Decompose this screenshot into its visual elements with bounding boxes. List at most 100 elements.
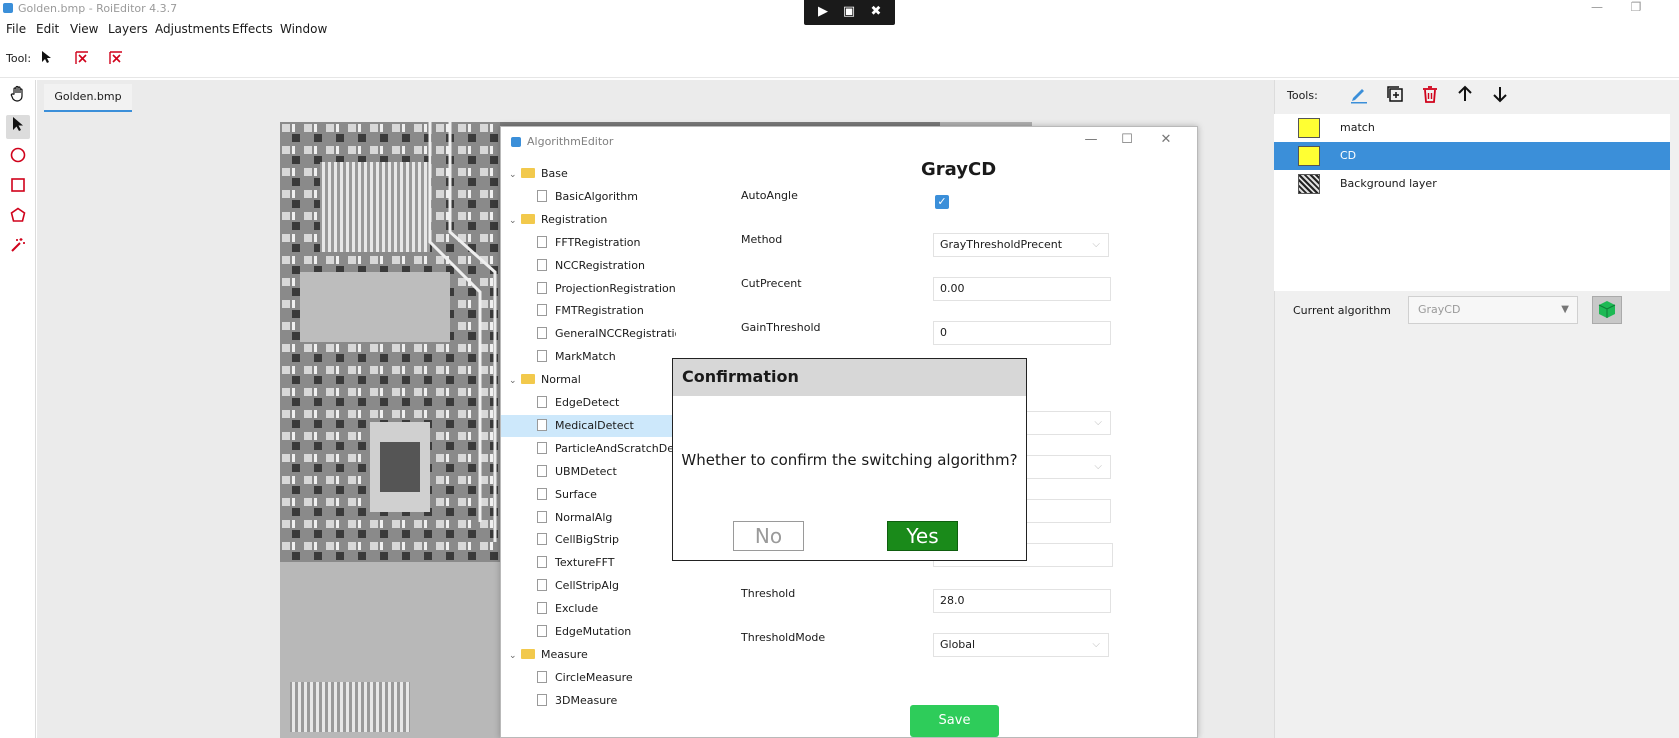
file-icon [537, 258, 547, 271]
tree-item[interactable]: EdgeMutation [501, 621, 676, 643]
tool-row: Tool: [0, 40, 1679, 78]
tree-folder[interactable]: ⌄ Base [501, 163, 676, 185]
current-algorithm-label: Current algorithm [1293, 304, 1391, 317]
tree-item[interactable]: ParticleAndScratchDete [501, 438, 676, 460]
tree-item-label: 3DMeasure [555, 693, 618, 707]
autoangle-checkbox[interactable]: ✓ [935, 195, 949, 209]
tree-item[interactable]: ProjectionRegistration [501, 278, 676, 300]
hand-icon[interactable] [6, 85, 30, 109]
chevron-down-icon[interactable]: ⌄ [509, 645, 521, 667]
move-up-icon[interactable] [1455, 84, 1475, 107]
no-button[interactable]: No [733, 521, 804, 551]
tree-item[interactable]: CellStripAlg [501, 575, 676, 597]
menu-window[interactable]: Window [280, 22, 327, 36]
tree-folder-label: Measure [541, 647, 588, 661]
maximize-button[interactable]: ☐ [1112, 129, 1142, 151]
select-arrow-icon[interactable] [6, 115, 30, 139]
move-down-icon[interactable] [1490, 84, 1510, 107]
minimize-button[interactable]: — [1582, 0, 1612, 17]
tree-item[interactable]: CircleMeasure [501, 667, 676, 689]
delete-layer-icon[interactable] [1420, 84, 1440, 107]
chevron-down-icon[interactable]: ⌄ [509, 164, 521, 186]
tree-folder-label: Registration [541, 212, 608, 226]
tree-item[interactable]: EdgeDetect [501, 392, 676, 414]
tree-item[interactable]: GeneralNCCRegistration [501, 323, 676, 345]
tools-label: Tools: [1287, 89, 1318, 102]
toolbox [0, 80, 36, 738]
menu-edit[interactable]: Edit [36, 22, 59, 36]
thresholdmode-select[interactable]: Global ⌵ [933, 633, 1109, 657]
minimize-button[interactable]: — [1076, 129, 1106, 151]
magic-wand-icon[interactable] [6, 236, 30, 260]
threshold-label: Threshold [741, 587, 796, 600]
tree-item[interactable]: BasicAlgorithm [501, 186, 676, 208]
file-icon [537, 487, 547, 500]
file-icon [537, 464, 547, 477]
pointer-tool-icon[interactable] [38, 50, 56, 68]
chevron-down-icon[interactable]: ⌄ [509, 370, 521, 392]
file-icon [537, 579, 547, 592]
layer-color-swatch [1298, 118, 1320, 138]
tree-item[interactable]: MedicalDetect [501, 414, 676, 437]
close-icon[interactable]: ✖ [868, 4, 884, 20]
add-layer-icon[interactable] [1385, 84, 1405, 107]
tree-item[interactable]: MarkMatch [501, 346, 676, 368]
screen-icon[interactable]: ▣ [841, 4, 857, 20]
tree-item[interactable]: TextureFFT [501, 552, 676, 574]
tree-item[interactable]: NCCRegistration [501, 255, 676, 277]
threshold-input[interactable]: 28.0 [933, 589, 1111, 613]
clear-roi-icon[interactable] [107, 50, 125, 68]
edit-layer-icon[interactable] [1349, 84, 1369, 107]
layer-thumbnail [1298, 174, 1320, 194]
dialog-message: Whether to confirm the switching algorit… [681, 451, 1018, 469]
menu-file[interactable]: File [6, 22, 26, 36]
gainthreshold-input[interactable]: 0 [933, 321, 1111, 345]
save-button[interactable]: Save [910, 705, 999, 737]
tree-item[interactable]: Surface [501, 484, 676, 506]
menu-effects[interactable]: Effects [232, 22, 273, 36]
tree-item[interactable]: NormalAlg [501, 507, 676, 529]
tree-item-label: CellStripAlg [555, 579, 619, 593]
chevron-down-icon[interactable]: ⌄ [509, 210, 521, 232]
tree-folder[interactable]: ⌄ Measure [501, 644, 676, 666]
tree-folder[interactable]: ⌄ Normal [501, 369, 676, 391]
tree-item-label: EdgeDetect [555, 396, 620, 409]
polygon-tool-icon[interactable] [6, 206, 30, 230]
layer-list: match CD Background layer [1274, 114, 1670, 291]
play-icon[interactable]: ▶ [815, 4, 831, 20]
menu-adjustments[interactable]: Adjustments [155, 22, 230, 36]
file-icon [537, 556, 547, 569]
restore-button[interactable]: ❐ [1621, 0, 1651, 17]
close-button[interactable]: ✕ [1151, 129, 1181, 151]
menu-view[interactable]: View [70, 22, 98, 36]
tree-item[interactable]: CellBigStrip [501, 529, 676, 551]
tree-item-label: EdgeMutation [555, 625, 632, 638]
cutprecent-input[interactable]: 0.00 [933, 277, 1111, 301]
tree-item[interactable]: 3DMeasure [501, 690, 676, 712]
tree-item[interactable]: Exclude [501, 598, 676, 620]
yes-button[interactable]: Yes [887, 521, 958, 551]
rectangle-tool-icon[interactable] [6, 176, 30, 200]
delete-roi-icon[interactable] [73, 50, 91, 68]
cutprecent-label: CutPrecent [741, 277, 802, 290]
tree-folder[interactable]: ⌄ Registration [501, 209, 676, 231]
tree-item-label: NormalAlg [555, 510, 613, 524]
tree-item-label: Exclude [555, 602, 599, 616]
layer-name: match [1340, 121, 1375, 134]
circle-tool-icon[interactable] [6, 146, 30, 170]
menu-layers[interactable]: Layers [108, 22, 148, 36]
tree-item-label: ProjectionRegistration [555, 281, 676, 295]
layer-row[interactable]: match [1274, 114, 1670, 142]
tree-item[interactable]: FMTRegistration [501, 300, 676, 322]
tool-label: Tool: [6, 52, 32, 65]
current-algorithm-select[interactable]: GrayCD ▼ [1408, 296, 1578, 324]
layer-row[interactable]: CD [1274, 142, 1670, 170]
tree-item-label: UBMDetect [555, 464, 617, 478]
method-select[interactable]: GrayThresholdPrecent ⌵ [933, 233, 1109, 257]
apply-algorithm-button[interactable] [1592, 296, 1622, 324]
file-icon [537, 396, 547, 408]
document-tab[interactable]: Golden.bmp [44, 84, 132, 112]
tree-item[interactable]: UBMDetect [501, 461, 676, 483]
tree-item[interactable]: FFTRegistration [501, 232, 676, 254]
layer-row[interactable]: Background layer [1274, 170, 1670, 198]
